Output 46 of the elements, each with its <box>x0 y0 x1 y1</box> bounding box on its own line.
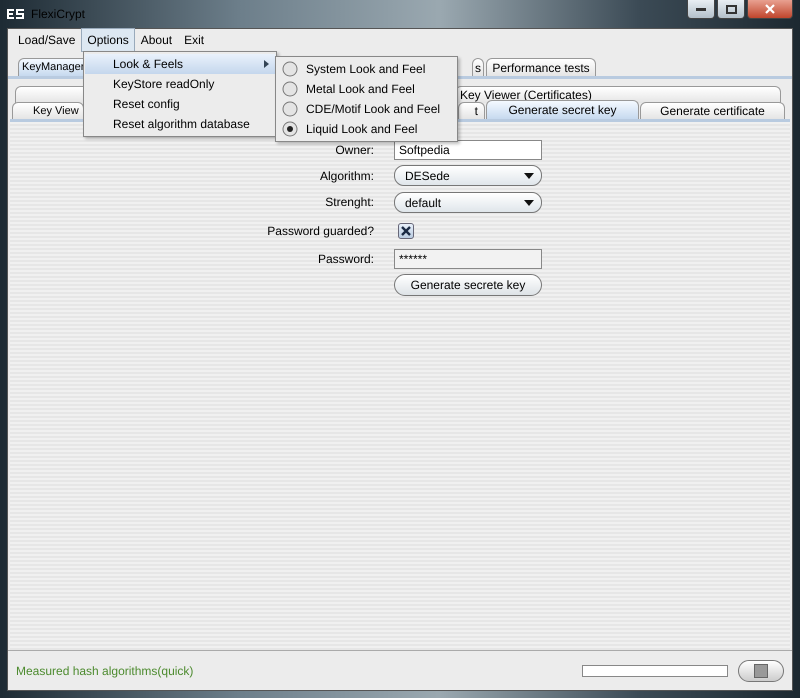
maximize-button[interactable] <box>717 0 745 19</box>
menu-item[interactable]: CDE/Motif Look and Feel <box>277 99 456 119</box>
tab[interactable]: t <box>458 102 485 119</box>
menu-item[interactable]: KeyStore readOnly <box>85 74 275 94</box>
radio-button[interactable] <box>282 101 298 117</box>
minimize-icon <box>696 8 706 10</box>
tab[interactable]: s <box>472 58 484 76</box>
window-title: FlexiCrypt <box>31 6 86 23</box>
close-button[interactable] <box>747 0 793 19</box>
menu-item[interactable]: Options <box>81 28 135 52</box>
menu-item[interactable]: Reset algorithm database <box>85 114 275 134</box>
radio-button[interactable] <box>282 121 298 137</box>
app-icon <box>7 8 25 20</box>
maximize-icon <box>726 4 736 14</box>
menu-item[interactable]: System Look and Feel <box>277 59 456 79</box>
tab[interactable]: Performance tests <box>486 58 596 76</box>
menu-item[interactable]: Look & Feels <box>85 54 275 74</box>
status-message: Measured hash algorithms(quick) <box>16 662 194 680</box>
algorithm-dropdown[interactable]: DESede <box>394 165 542 186</box>
tab[interactable]: Generate secret key <box>486 100 639 119</box>
menu-item[interactable]: Reset config <box>85 94 275 114</box>
minimize-button[interactable] <box>687 0 715 19</box>
field-label: Strenght: <box>324 194 374 211</box>
checkbox[interactable] <box>398 223 414 239</box>
tab[interactable]: Key View <box>12 102 84 119</box>
caret-icon <box>523 172 535 180</box>
menu-item[interactable]: Exit <box>178 28 210 52</box>
generate-button[interactable]: Generate secrete key <box>394 274 542 296</box>
close-icon <box>765 4 775 14</box>
stop-icon <box>754 664 768 678</box>
radio-button[interactable] <box>282 81 298 97</box>
radio-button[interactable] <box>282 61 298 77</box>
field-label: Password guarded? <box>266 223 374 240</box>
menu-item[interactable]: About <box>134 28 178 52</box>
stop-button[interactable] <box>738 660 784 682</box>
password-field[interactable]: ****** <box>394 249 542 269</box>
menu-item[interactable]: Metal Look and Feel <box>277 79 456 99</box>
field-label: Algorithm: <box>318 168 374 184</box>
strength-dropdown[interactable]: default <box>394 192 542 213</box>
owner-field[interactable]: Softpedia <box>394 140 542 160</box>
field-label: Password: <box>316 251 374 268</box>
tab[interactable]: Generate certificate <box>640 102 785 119</box>
field-label: Owner: <box>334 142 374 159</box>
caret-icon <box>523 198 535 206</box>
menu-item[interactable]: Load/Save <box>12 28 82 52</box>
menu-item[interactable]: Liquid Look and Feel <box>277 119 456 139</box>
